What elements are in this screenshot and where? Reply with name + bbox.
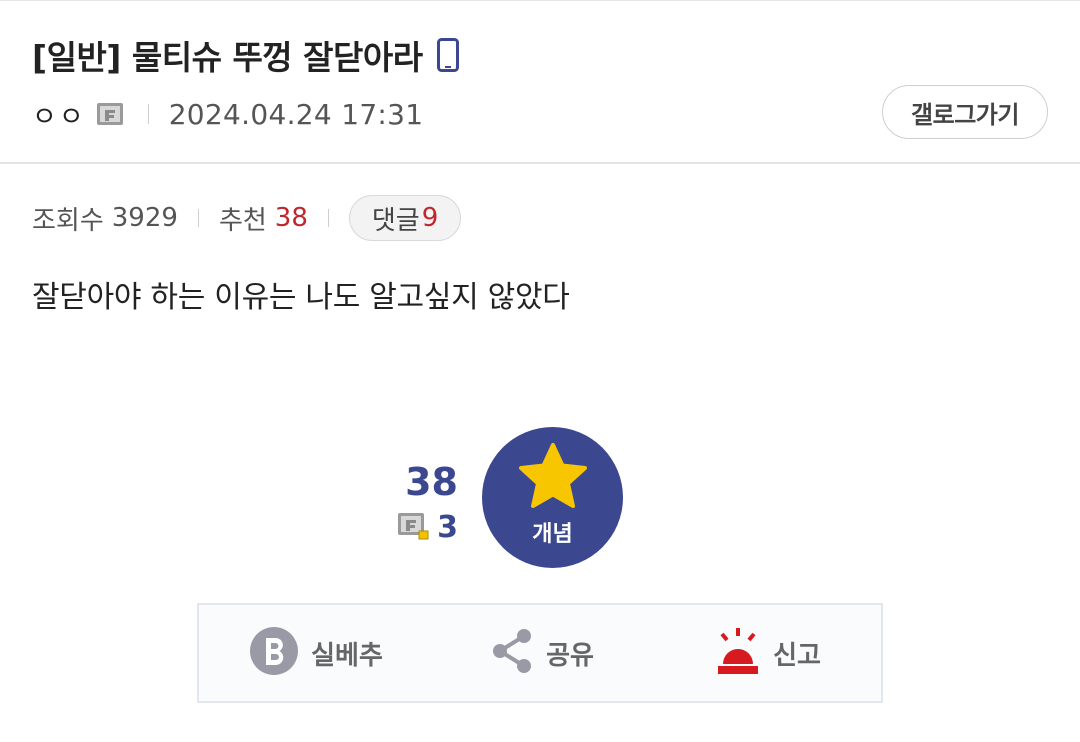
siren-icon <box>715 626 761 680</box>
fixed-recommend: 3 <box>397 510 458 545</box>
recommend-count: 38 <box>274 203 308 233</box>
fixed-recommend-count: 3 <box>437 510 458 545</box>
concept-button[interactable]: 개념 <box>482 427 623 568</box>
stats-divider <box>197 209 199 227</box>
post-page: [일반] 물티슈 뚜껑 잘닫아라 ㅇㅇ 2024.04.24 17:31 갤로그… <box>0 0 1080 742</box>
share-label: 공유 <box>546 640 594 671</box>
comment-label: 댓글 <box>371 205 420 236</box>
stats-row: 조회수 3929 추천 38 댓글 9 <box>32 194 462 242</box>
post-date: 2024.04.24 17:31 <box>168 97 424 131</box>
star-icon <box>518 442 588 512</box>
meta-divider <box>147 104 149 124</box>
header-divider <box>0 162 1080 164</box>
post-body: 잘닫아야 하는 이유는 나도 알고싶지 않았다 <box>32 280 570 315</box>
views-label: 조회수 <box>32 205 104 236</box>
share-button[interactable]: 공유 <box>429 627 655 679</box>
concept-label: 개념 <box>532 521 573 547</box>
silbe-label: 실베추 <box>311 640 383 671</box>
report-label: 신고 <box>773 640 821 671</box>
fixed-user-icon <box>397 512 429 544</box>
silbe-button[interactable]: 실베추 <box>203 626 429 680</box>
action-bar: 실베추 공유 신고 <box>197 603 883 703</box>
views-count: 3929 <box>111 203 178 233</box>
comment-button[interactable]: 댓글 9 <box>348 195 462 241</box>
author-name[interactable]: ㅇㅇ <box>32 95 86 134</box>
gallog-button[interactable]: 갤로그가기 <box>882 85 1048 139</box>
post-meta: ㅇㅇ 2024.04.24 17:31 <box>32 94 423 134</box>
report-button[interactable]: 신고 <box>655 626 881 680</box>
comment-count: 9 <box>421 203 439 233</box>
recommend-total: 38 <box>405 460 458 504</box>
post-title: [일반] 물티슈 뚜껑 잘닫아라 <box>32 38 423 77</box>
stats-divider <box>327 209 329 227</box>
silbe-b-icon <box>249 626 299 680</box>
share-icon <box>490 627 534 679</box>
fixed-user-icon <box>96 102 124 126</box>
phone-icon <box>436 38 459 72</box>
recommend-label: 추천 <box>218 205 267 236</box>
top-divider <box>0 0 1080 1</box>
title-row: [일반] 물티슈 뚜껑 잘닫아라 <box>32 30 459 80</box>
